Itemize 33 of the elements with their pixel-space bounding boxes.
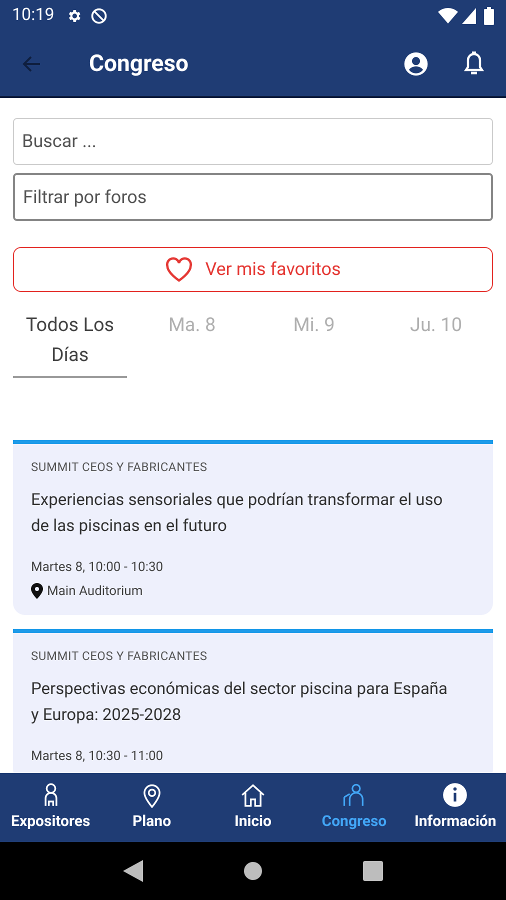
- session-category: SUMMIT CEOS Y FABRICANTES: [31, 459, 208, 476]
- session-card[interactable]: SUMMIT CEOS Y FABRICANTES Perspectivas económicas del sector piscina para España y Europa: 2025-2028 Martes 8, 10:30 - 11:00: [13, 629, 493, 773]
- session-time: Martes 8, 10:00 - 10:30: [31, 559, 164, 577]
- nav-tab[interactable]: Congreso: [304, 773, 405, 842]
- session-location: Main Auditorium: [47, 582, 143, 600]
- nav-tab[interactable]: Expositores: [0, 773, 102, 842]
- nav-tab[interactable]: Inicio: [202, 773, 304, 842]
- heart-icon: [165, 256, 194, 282]
- battery-icon: [484, 7, 494, 25]
- session-time: Martes 8, 10:30 - 11:00: [31, 748, 164, 766]
- forum-filter-field[interactable]: Filtrar por foros: [13, 173, 493, 221]
- back-nav-icon[interactable]: [123, 860, 143, 882]
- session-category: SUMMIT CEOS Y FABRICANTES: [31, 648, 208, 665]
- nav-tab[interactable]: Información: [404, 773, 506, 842]
- screen-title: Congreso: [89, 48, 188, 79]
- signal-icon: [462, 8, 476, 24]
- search-field[interactable]: Buscar ...: [13, 118, 493, 165]
- notification-bell-icon[interactable]: [462, 51, 486, 77]
- session-title: Perspectivas económicas del sector piscina para España y Europa: 2025-2028: [31, 679, 449, 727]
- home-nav-icon[interactable]: [243, 861, 263, 881]
- location-pin-icon: [31, 583, 43, 600]
- day-tab[interactable]: Todos Los Días: [13, 310, 127, 378]
- session-title: Experiencias sensoriales que podrían transformar el uso de las piscinas en el futuro: [31, 490, 444, 538]
- account-icon[interactable]: [402, 50, 430, 78]
- nav-tab[interactable]: Plano: [101, 773, 202, 842]
- gear-icon: [66, 8, 82, 24]
- wifi-icon: [438, 8, 458, 24]
- home-icon: [240, 782, 266, 808]
- favorites-button[interactable]: Ver mis favoritos: [13, 247, 493, 292]
- status-time: 10:19: [12, 4, 54, 28]
- sync-off-icon: [90, 7, 108, 25]
- session-card[interactable]: SUMMIT CEOS Y FABRICANTES Experiencias sensoriales que podrían transformar el uso de las piscinas en el futuro Martes 8, 10:00 - 10:30 Main Auditorium: [13, 440, 493, 615]
- info-icon: [442, 782, 468, 808]
